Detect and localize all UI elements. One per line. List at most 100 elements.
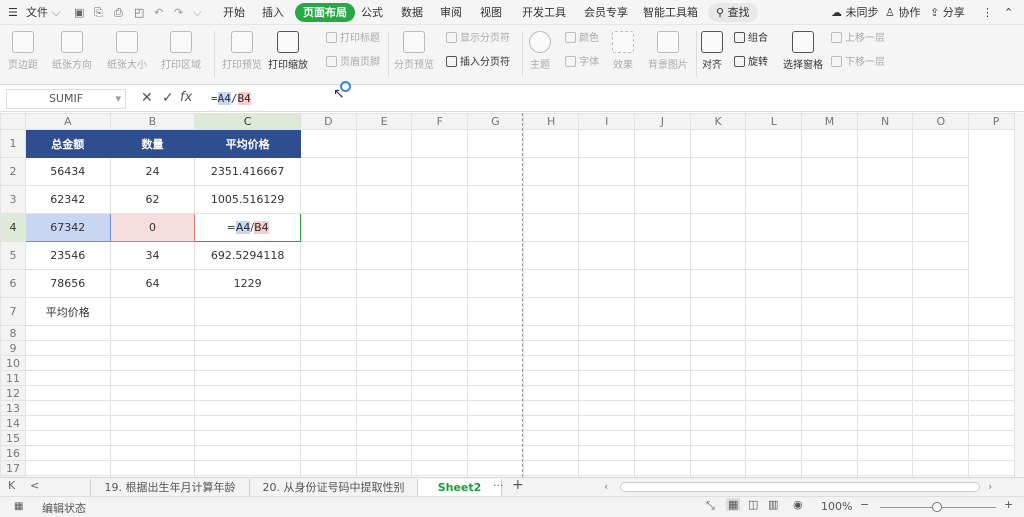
- chevron-left-icon[interactable]: <: [30, 479, 39, 492]
- cell[interactable]: [24, 460, 111, 476]
- tab-view[interactable]: 视图: [480, 3, 502, 22]
- cell[interactable]: [856, 460, 914, 476]
- cell[interactable]: [411, 157, 469, 186]
- cell[interactable]: [522, 415, 580, 431]
- cell[interactable]: [24, 340, 111, 356]
- fonts-button[interactable]: 字体: [565, 56, 599, 70]
- cell[interactable]: [467, 340, 524, 356]
- cell[interactable]: [24, 445, 111, 461]
- cell[interactable]: [355, 385, 413, 401]
- cell[interactable]: [467, 460, 524, 476]
- row-header[interactable]: 2: [0, 157, 26, 186]
- cell[interactable]: [856, 340, 914, 356]
- cell[interactable]: [745, 445, 803, 461]
- send-backward-button[interactable]: 下移一层: [831, 56, 885, 70]
- cell[interactable]: [411, 370, 469, 386]
- cell[interactable]: [411, 185, 469, 214]
- more-sheets-icon[interactable]: ···: [493, 479, 504, 492]
- align-button[interactable]: 对齐: [701, 31, 723, 71]
- cell[interactable]: [578, 241, 636, 270]
- column-header-i[interactable]: I: [578, 113, 636, 130]
- cell[interactable]: [24, 355, 111, 371]
- table-cell[interactable]: 56434: [24, 157, 111, 186]
- row-header[interactable]: 6: [0, 269, 26, 298]
- zoom-in-icon[interactable]: +: [1004, 498, 1013, 511]
- cell[interactable]: [634, 129, 691, 158]
- cell[interactable]: [801, 297, 858, 326]
- tab-insert[interactable]: 插入: [262, 3, 284, 22]
- cell[interactable]: [300, 340, 357, 356]
- cell[interactable]: [411, 325, 469, 341]
- cell[interactable]: [745, 400, 803, 416]
- tab-home[interactable]: 开始: [223, 3, 245, 22]
- cell[interactable]: [801, 241, 858, 270]
- tab-page-layout[interactable]: 页面布局: [295, 3, 355, 22]
- cell[interactable]: [578, 297, 636, 326]
- cell[interactable]: [522, 355, 580, 371]
- horizontal-scrollbar[interactable]: [620, 482, 980, 492]
- cell[interactable]: [355, 157, 413, 186]
- zoom-out-icon[interactable]: −: [860, 498, 869, 511]
- share-button[interactable]: ⇪ 分享: [930, 3, 965, 22]
- cell[interactable]: [578, 445, 636, 461]
- fullscreen-icon[interactable]: ⤡: [706, 499, 715, 513]
- cell[interactable]: [109, 385, 196, 401]
- cell[interactable]: [467, 185, 524, 214]
- cell[interactable]: [856, 269, 914, 298]
- cell[interactable]: [856, 385, 914, 401]
- cell[interactable]: [467, 297, 524, 326]
- column-header-d[interactable]: D: [300, 113, 357, 130]
- cell[interactable]: [522, 370, 580, 386]
- cell[interactable]: [355, 297, 413, 326]
- cell[interactable]: [801, 269, 858, 298]
- cell[interactable]: [801, 385, 858, 401]
- cell[interactable]: [689, 370, 747, 386]
- reading-mode-icon[interactable]: ◉: [793, 498, 803, 511]
- cell[interactable]: [578, 213, 636, 242]
- selection-pane-button[interactable]: 选择窗格: [783, 31, 823, 71]
- cell[interactable]: [300, 400, 357, 416]
- chevron-down-icon[interactable]: ⌵: [52, 3, 60, 22]
- cell[interactable]: [109, 370, 196, 386]
- cell[interactable]: [634, 400, 691, 416]
- cell[interactable]: [411, 460, 469, 476]
- table-cell[interactable]: 62: [109, 185, 196, 214]
- cell[interactable]: [24, 430, 111, 446]
- cell[interactable]: [745, 355, 803, 371]
- cell[interactable]: [689, 241, 747, 270]
- column-header-k[interactable]: K: [689, 113, 747, 130]
- sheet-tab[interactable]: 20. 从身份证号码中提取性别: [250, 479, 418, 496]
- cell[interactable]: [522, 445, 580, 461]
- background-image-button[interactable]: 背景图片: [648, 31, 688, 71]
- cell[interactable]: [355, 370, 413, 386]
- first-sheet-icon[interactable]: K: [8, 479, 15, 492]
- table-cell[interactable]: 23546: [24, 241, 111, 270]
- row-header[interactable]: 5: [0, 241, 26, 270]
- cell[interactable]: [689, 185, 747, 214]
- row-header[interactable]: 8: [0, 325, 26, 341]
- cell[interactable]: [411, 430, 469, 446]
- orientation-button[interactable]: 纸张方向: [52, 31, 92, 71]
- cell[interactable]: [634, 241, 691, 270]
- cell[interactable]: [578, 400, 636, 416]
- cell[interactable]: [300, 460, 357, 476]
- tab-smart-tools[interactable]: 智能工具箱: [643, 3, 698, 22]
- cell[interactable]: [801, 415, 858, 431]
- cell[interactable]: [634, 445, 691, 461]
- label-cell[interactable]: 平均价格: [24, 297, 111, 326]
- row-header[interactable]: 16: [0, 445, 26, 461]
- cell[interactable]: [578, 269, 636, 298]
- cell[interactable]: [634, 460, 691, 476]
- cell[interactable]: [522, 460, 580, 476]
- cell[interactable]: [355, 269, 413, 298]
- cell[interactable]: [467, 430, 524, 446]
- cell[interactable]: [912, 415, 970, 431]
- cell[interactable]: [300, 385, 357, 401]
- cell[interactable]: [745, 325, 803, 341]
- row-header[interactable]: 4: [0, 213, 26, 242]
- cell[interactable]: [912, 213, 970, 242]
- cell[interactable]: [745, 415, 803, 431]
- column-header-o[interactable]: O: [912, 113, 970, 130]
- tab-review[interactable]: 审阅: [440, 3, 462, 22]
- cell[interactable]: [467, 241, 524, 270]
